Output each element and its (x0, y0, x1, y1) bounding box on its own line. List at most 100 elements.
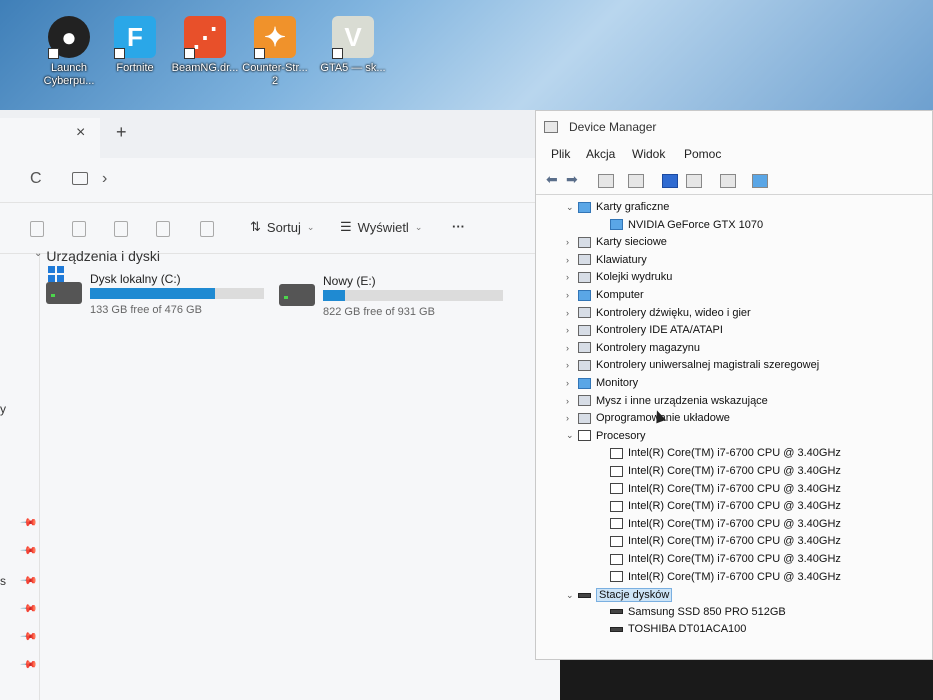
copy-icon[interactable] (30, 221, 44, 237)
tree-device[interactable]: Intel(R) Core(TM) i7-6700 CPU @ 3.40GHz (598, 535, 841, 547)
chevron-down-icon[interactable]: ⌄ (566, 430, 578, 441)
menu-help[interactable]: Pomoc (684, 147, 721, 161)
tree-category[interactable]: › Mysz i inne urządzenia wskazujące (566, 395, 768, 407)
more-options-button[interactable]: ··· (452, 219, 465, 234)
chevron-down-icon[interactable]: ⌄ (566, 202, 578, 213)
tree-device[interactable]: Intel(R) Core(TM) i7-6700 CPU @ 3.40GHz (598, 447, 841, 459)
chevron-right-icon[interactable]: › (102, 170, 107, 188)
tree-device[interactable]: Intel(R) Core(TM) i7-6700 CPU @ 3.40GHz (598, 518, 841, 530)
chevron-right-icon[interactable]: › (566, 360, 578, 370)
keyboard-icon (578, 254, 591, 266)
back-icon[interactable]: ⬅ (546, 171, 562, 187)
tree-device[interactable]: Samsung SSD 850 PRO 512GB (598, 606, 786, 618)
nav-fragment[interactable]: s (0, 574, 6, 588)
title-bar: Device Manager (536, 111, 932, 143)
tree-category[interactable]: › Kontrolery dźwięku, wideo i gier (566, 307, 751, 319)
tree-device[interactable]: Intel(R) Core(TM) i7-6700 CPU @ 3.40GHz (598, 571, 841, 583)
tree-item-label: Procesory (596, 429, 646, 442)
help-icon[interactable] (662, 174, 678, 188)
tree-category[interactable]: › Kontrolery magazynu (566, 342, 700, 354)
chevron-right-icon[interactable]: › (566, 396, 578, 406)
content-pane: ⌄ Urządzenia i dyski Dysk lokalny (C:) 1… (34, 248, 560, 700)
tree-category[interactable]: › Klawiatury (566, 254, 647, 266)
properties-icon[interactable] (598, 174, 614, 188)
section-header[interactable]: ⌄ Urządzenia i dyski (34, 248, 160, 264)
storage-icon (578, 342, 591, 354)
tree-category[interactable]: ⌄ Procesory (566, 430, 646, 442)
drive-usage-bar (323, 290, 503, 301)
file-explorer-window: × + C › ⇅ Sortuj ⌄ ☰ Wyświetl ⌄ ··· y 📌 … (0, 110, 560, 700)
tree-category[interactable]: › Kolejki wydruku (566, 271, 672, 283)
chevron-right-icon[interactable]: › (566, 237, 578, 247)
device-manager-icon (544, 121, 558, 133)
close-tab-icon[interactable]: × (76, 124, 85, 142)
desktop-shortcut[interactable]: V GTA5 — sk... (318, 16, 388, 75)
chevron-right-icon[interactable]: › (566, 308, 578, 318)
tree-category[interactable]: ⌄ Stacje dysków (566, 588, 673, 603)
shortcut-arrow-icon (332, 48, 343, 59)
share-icon[interactable] (156, 221, 170, 237)
chevron-right-icon[interactable]: › (566, 272, 578, 282)
show-hidden-icon[interactable] (628, 174, 644, 188)
tree-item-label: Samsung SSD 850 PRO 512GB (628, 605, 786, 618)
tree-device[interactable]: TOSHIBA DT01ACA100 (598, 623, 746, 635)
desktop-shortcut[interactable]: ⋰ BeamNG.dr... (170, 16, 240, 75)
chevron-right-icon[interactable]: › (566, 413, 578, 423)
chevron-right-icon[interactable]: › (566, 378, 578, 388)
drive-icon (46, 282, 82, 304)
menu-bar: Plik Akcja Widok Pomoc (536, 143, 932, 167)
new-tab-icon[interactable]: + (116, 122, 127, 143)
desktop-shortcut[interactable]: ● Launch Cyberpu... (34, 16, 104, 88)
tree-category[interactable]: › Karty sieciowe (566, 236, 667, 248)
tree-category[interactable]: › Komputer (566, 289, 644, 301)
tree-device[interactable]: Intel(R) Core(TM) i7-6700 CPU @ 3.40GHz (598, 483, 841, 495)
desktop-shortcut-label: GTA5 — sk... (320, 62, 386, 74)
tree-device[interactable]: Intel(R) Core(TM) i7-6700 CPU @ 3.40GHz (598, 465, 841, 477)
tree-category[interactable]: › Kontrolery uniwersalnej magistrali szer… (566, 359, 819, 371)
tree-device[interactable]: NVIDIA GeForce GTX 1070 (598, 219, 763, 231)
chevron-right-icon[interactable]: › (566, 343, 578, 353)
tree-device[interactable]: Intel(R) Core(TM) i7-6700 CPU @ 3.40GHz (598, 500, 841, 512)
menu-action[interactable]: Akcja (586, 147, 615, 161)
chevron-right-icon[interactable]: › (566, 325, 578, 335)
cpu-icon (610, 553, 623, 565)
tree-item-label: Intel(R) Core(TM) i7-6700 CPU @ 3.40GHz (628, 465, 841, 477)
refresh-icon[interactable]: C (30, 170, 42, 188)
chevron-right-icon[interactable]: › (566, 255, 578, 265)
disk-drives-icon (578, 592, 591, 598)
desktop-shortcut[interactable]: ✦ Counter-Str... 2 (240, 16, 310, 88)
sort-label: Sortuj (266, 219, 301, 235)
menu-file[interactable]: Plik (551, 147, 570, 161)
monitor-icon[interactable] (72, 172, 88, 185)
rename-icon[interactable] (114, 221, 128, 237)
tree-item-label: Monitory (596, 377, 639, 389)
tree-category[interactable]: › Monitory (566, 377, 638, 389)
scan-hardware-icon[interactable] (720, 174, 736, 188)
view-label: Wyświetl (357, 219, 409, 235)
tree-item-label: Kontrolery magazynu (596, 341, 700, 354)
tree-item-label: Kontrolery uniwersalnej magistrali szere… (596, 359, 820, 372)
tree-device[interactable]: Intel(R) Core(TM) i7-6700 CPU @ 3.40GHz (598, 553, 841, 565)
chevron-down-icon[interactable]: ⌄ (566, 590, 578, 601)
sort-icon: ⇅ (250, 219, 261, 234)
tab-bar: × + (0, 110, 560, 158)
menu-view[interactable]: Widok (632, 147, 665, 161)
tree-item-label: Karty graficzne (596, 201, 670, 213)
drive-usage-fill (323, 290, 345, 301)
view-button[interactable]: ☰ Wyświetl ⌄ (340, 219, 422, 235)
nav-fragment[interactable]: y (0, 402, 6, 416)
monitor-icon[interactable] (752, 174, 768, 188)
tree-category[interactable]: › Kontrolery IDE ATA/ATAPI (566, 324, 723, 336)
chevron-right-icon[interactable]: › (566, 290, 578, 300)
tree-category[interactable]: ⌄ Karty graficzne (566, 201, 669, 213)
tree-category[interactable]: › Oprogramowanie układowe (566, 412, 730, 424)
update-driver-icon[interactable] (686, 174, 702, 188)
delete-icon[interactable] (200, 221, 214, 237)
sort-button[interactable]: ⇅ Sortuj ⌄ (250, 219, 314, 235)
desktop-shortcut[interactable]: F Fortnite (100, 16, 170, 75)
forward-icon[interactable]: ➡ (566, 171, 582, 187)
chevron-down-icon: ⌄ (34, 248, 43, 259)
cpu-icon (610, 535, 623, 547)
explorer-body: y 📌 📌 s 📌 📌 📌 📌 puter ⌄ Urządzenia i dys… (0, 248, 560, 700)
paste-icon[interactable] (72, 221, 86, 237)
